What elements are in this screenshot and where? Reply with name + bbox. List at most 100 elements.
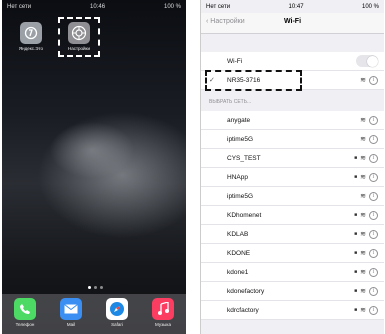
music-note-icon bbox=[152, 298, 174, 320]
network-name: anygate bbox=[227, 116, 251, 124]
network-name: kdonefactory bbox=[227, 287, 265, 295]
network-row[interactable]: anygate ≋ i bbox=[201, 111, 384, 130]
network-row[interactable]: KDLAB ■ ≋ i bbox=[201, 225, 384, 244]
home-screen: Нет сети 10:46 100 % Яндекс.Это Настройк… bbox=[2, 0, 186, 334]
network-icons: ≋ i bbox=[360, 134, 378, 144]
info-icon[interactable]: i bbox=[369, 191, 378, 201]
wifi-settings-screen: Нет сети 10:47 100 % ‹ Настройки Wi-Fi W… bbox=[200, 0, 384, 334]
carrier-label: Нет сети bbox=[7, 3, 32, 10]
dock-app-mail[interactable]: Mail bbox=[56, 298, 86, 327]
lock-icon: ■ bbox=[354, 155, 358, 161]
wifi-toggle[interactable] bbox=[356, 55, 378, 67]
page-dot bbox=[94, 286, 97, 289]
network-name: iptime5G bbox=[227, 192, 254, 200]
network-row[interactable]: kdrcfactory ■ ≋ i bbox=[201, 301, 384, 320]
mail-icon bbox=[60, 298, 82, 320]
navigation-bar: ‹ Настройки Wi-Fi bbox=[201, 13, 384, 34]
network-name: iptime5G bbox=[227, 135, 254, 143]
wifi-signal-icon: ≋ bbox=[360, 288, 366, 295]
network-icons: ■ ≋ i bbox=[354, 267, 378, 277]
wifi-label: Wi-Fi bbox=[227, 57, 243, 65]
page-title: Wi-Fi bbox=[283, 18, 302, 25]
network-row[interactable]: iptime5G ≋ i bbox=[201, 187, 384, 206]
wifi-signal-icon: ≋ bbox=[360, 250, 366, 257]
network-row[interactable]: kdonefactory ■ ≋ i bbox=[201, 282, 384, 301]
network-name: kdone1 bbox=[227, 268, 249, 276]
network-name: KDONE bbox=[227, 249, 251, 257]
page-indicator bbox=[88, 286, 103, 289]
wifi-signal-icon: ≋ bbox=[360, 136, 366, 143]
info-icon[interactable]: i bbox=[369, 267, 378, 277]
info-icon[interactable]: i bbox=[369, 305, 378, 315]
network-row[interactable]: KDhomenet ■ ≋ i bbox=[201, 206, 384, 225]
app-label: Mail bbox=[66, 322, 76, 327]
app-label: Safari bbox=[111, 322, 123, 327]
network-icons: ■ ≋ i bbox=[354, 248, 378, 258]
network-row[interactable]: CYS_TEST ■ ≋ i bbox=[201, 149, 384, 168]
wifi-signal-icon: ≋ bbox=[360, 155, 366, 162]
network-icons: ■ ≋ i bbox=[354, 229, 378, 239]
dock-app-safari[interactable]: Safari bbox=[102, 298, 132, 327]
network-name: KDhomenet bbox=[227, 211, 262, 219]
page-dot bbox=[88, 286, 91, 289]
battery-label: 100 % bbox=[361, 3, 379, 10]
highlight-connected-network bbox=[205, 70, 302, 91]
network-name: kdrcfactory bbox=[227, 306, 259, 314]
network-row[interactable]: KDONE ■ ≋ i bbox=[201, 244, 384, 263]
compass-icon bbox=[106, 298, 128, 320]
dock-app-phone[interactable]: Телефон bbox=[10, 298, 40, 327]
network-row[interactable]: kdone1 ■ ≋ i bbox=[201, 263, 384, 282]
lock-icon: ■ bbox=[354, 288, 358, 294]
status-bar: Нет сети 10:47 100 % bbox=[201, 0, 384, 13]
network-icons: ≋ i bbox=[360, 191, 378, 201]
yandex-app-icon bbox=[20, 22, 42, 44]
network-name: CYS_TEST bbox=[227, 154, 261, 162]
wifi-signal-icon: ≋ bbox=[360, 193, 366, 200]
network-icons: ■ ≋ i bbox=[354, 305, 378, 315]
highlight-settings bbox=[58, 17, 100, 57]
info-icon[interactable]: i bbox=[369, 286, 378, 296]
wifi-signal-icon: ≋ bbox=[360, 117, 366, 124]
network-row[interactable]: iptime5G ≋ i bbox=[201, 130, 384, 149]
wifi-signal-icon: ≋ bbox=[360, 269, 366, 276]
network-icons: ■ ≋ i bbox=[354, 153, 378, 163]
wifi-signal-icon: ≋ bbox=[360, 77, 366, 84]
wifi-toggle-row: Wi-Fi bbox=[201, 52, 384, 71]
network-icons: ■ ≋ i bbox=[354, 210, 378, 220]
info-icon[interactable]: i bbox=[369, 210, 378, 220]
carrier-label: Нет сети bbox=[206, 3, 231, 10]
network-name: KDLAB bbox=[227, 230, 249, 238]
lock-icon: ■ bbox=[354, 231, 358, 237]
info-icon[interactable]: i bbox=[369, 229, 378, 239]
lock-icon: ■ bbox=[354, 212, 358, 218]
network-icons: ≋ i bbox=[360, 115, 378, 125]
dock: Телефон Mail Safari Музыка bbox=[2, 294, 186, 334]
wifi-signal-icon: ≋ bbox=[360, 174, 366, 181]
app-label: Телефон bbox=[15, 322, 35, 327]
dock-app-music[interactable]: Музыка bbox=[148, 298, 178, 327]
page-dot bbox=[100, 286, 103, 289]
clock: 10:46 bbox=[90, 3, 106, 10]
battery-label: 100 % bbox=[163, 3, 181, 10]
network-row[interactable]: HNApp ■ ≋ i bbox=[201, 168, 384, 187]
lock-icon: ■ bbox=[354, 174, 358, 180]
info-icon[interactable]: i bbox=[369, 134, 378, 144]
info-icon[interactable]: i bbox=[369, 172, 378, 182]
app-yandex[interactable]: Яндекс.Это bbox=[16, 22, 46, 51]
network-icons: ■ ≋ i bbox=[354, 172, 378, 182]
status-bar: Нет сети 10:46 100 % bbox=[2, 0, 186, 13]
info-icon[interactable]: i bbox=[369, 75, 378, 85]
wifi-signal-icon: ≋ bbox=[360, 212, 366, 219]
toggle-knob bbox=[366, 55, 378, 67]
info-icon[interactable]: i bbox=[369, 115, 378, 125]
network-name: HNApp bbox=[227, 173, 248, 181]
clock: 10:47 bbox=[288, 3, 304, 10]
lock-icon: ■ bbox=[354, 307, 358, 313]
phone-icon bbox=[14, 298, 36, 320]
lock-icon: ■ bbox=[354, 269, 358, 275]
choose-network-header: ВЫБРАТЬ СЕТЬ... bbox=[209, 99, 252, 105]
network-icons: ≋ i bbox=[360, 75, 378, 85]
info-icon[interactable]: i bbox=[369, 248, 378, 258]
wifi-signal-icon: ≋ bbox=[360, 231, 366, 238]
info-icon[interactable]: i bbox=[369, 153, 378, 163]
